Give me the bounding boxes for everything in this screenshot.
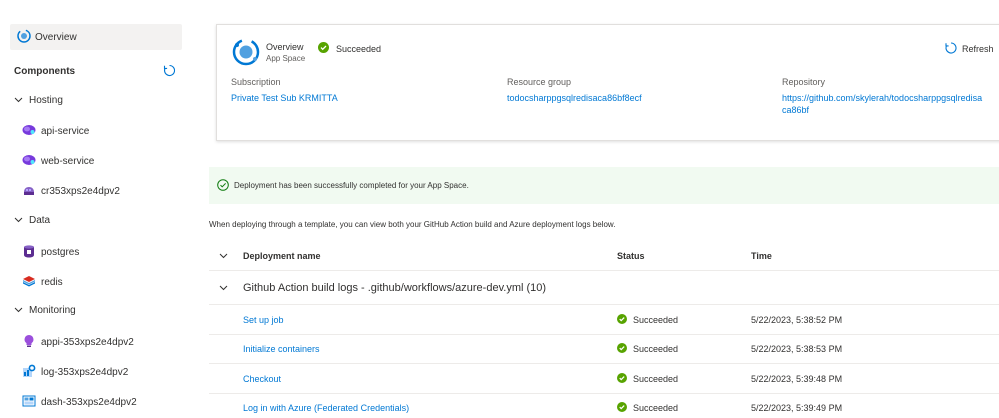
banner-text: Deployment has been successfully complet…	[234, 181, 469, 190]
deployment-name-link[interactable]: Checkout	[243, 364, 281, 393]
sidebar-item-label: redis	[41, 277, 63, 288]
container-app-icon	[22, 153, 36, 170]
group-label: Github Action build logs - .github/workf…	[243, 281, 547, 294]
container-registry-icon	[22, 183, 36, 200]
collapse-all-chevron-icon[interactable]	[219, 242, 228, 270]
header-time[interactable]: Time	[751, 242, 772, 270]
sidebar-item-cr353xps2e4dpv2[interactable]: cr353xps2e4dpv2	[22, 183, 120, 200]
header-status[interactable]: Status	[617, 242, 645, 270]
postgres-icon	[22, 244, 36, 261]
sidebar: Overview Components Hosting api-service …	[0, 0, 192, 418]
status-text: Succeeded	[633, 344, 679, 354]
time-cell: 5/22/2023, 5:39:49 PM	[751, 402, 843, 413]
sidebar-item-label: web-service	[41, 156, 95, 167]
sidebar-item-redis[interactable]: redis	[22, 274, 63, 291]
sidebar-item-label: Overview	[35, 31, 77, 43]
refresh-button[interactable]: Refresh	[945, 42, 994, 56]
time-cell: 5/22/2023, 5:38:53 PM	[751, 344, 843, 354]
chevron-down-icon[interactable]	[219, 271, 228, 304]
group-header-monitoring[interactable]: Monitoring	[14, 305, 76, 316]
status-text: Succeeded	[633, 373, 679, 384]
card-title: Overview	[266, 42, 304, 52]
chevron-down-icon	[14, 95, 23, 106]
sidebar-item-overview[interactable]: Overview	[10, 24, 182, 50]
status-text: Succeeded	[336, 43, 382, 54]
table-group-row[interactable]: Github Action build logs - .github/workf…	[209, 271, 999, 305]
overview-card: Overview App Space Succeeded Refresh Sub…	[216, 24, 999, 141]
success-check-icon	[318, 42, 329, 55]
repository-link-line1: https://github.com/skylerah/todocsharppg…	[782, 93, 983, 103]
success-check-icon	[617, 372, 627, 385]
sidebar-item-label: api-service	[41, 126, 90, 137]
group-header-hosting[interactable]: Hosting	[14, 95, 63, 106]
deployment-name-link[interactable]: Initialize containers	[243, 335, 320, 363]
card-header: Overview App Space	[231, 37, 305, 69]
deployment-name-link[interactable]: Log in with Azure (Federated Credentials…	[243, 394, 409, 418]
success-check-icon	[617, 343, 627, 355]
sidebar-item-postgres[interactable]: postgres	[22, 244, 79, 261]
success-check-icon	[617, 401, 627, 414]
components-refresh-icon[interactable]	[163, 64, 176, 79]
success-banner: Deployment has been successfully complet…	[209, 167, 999, 204]
check-circle-icon	[217, 178, 229, 193]
status-text: Succeeded	[633, 314, 679, 325]
resource-group-property: Resource group todocsharppgsqlredisaca86…	[507, 77, 642, 104]
time-cell: 5/22/2023, 5:39:48 PM	[751, 373, 843, 384]
repository-link-line2: ca86bf	[782, 105, 810, 115]
redis-icon	[22, 274, 36, 291]
resource-group-label: Resource group	[507, 77, 572, 87]
time-cell: 5/22/2023, 5:38:52 PM	[751, 314, 843, 325]
log-analytics-icon	[22, 364, 36, 381]
group-label: Hosting	[29, 95, 63, 106]
status-cell: Succeeded	[617, 305, 678, 334]
sidebar-item-dash-353xps2e4dpv2[interactable]: dash-353xps2e4dpv2	[22, 394, 137, 411]
dashboard-icon	[22, 394, 36, 411]
status-cell: Succeeded	[617, 364, 678, 393]
table-row: Initialize containers Succeeded 5/22/202…	[209, 335, 999, 364]
chevron-down-icon	[14, 215, 23, 226]
table-row: Log in with Azure (Federated Credentials…	[209, 394, 999, 418]
refresh-label: Refresh	[962, 44, 994, 54]
deployment-name-link[interactable]: Set up job	[243, 305, 284, 334]
group-header-data[interactable]: Data	[14, 215, 50, 226]
table-row: Checkout Succeeded 5/22/2023, 5:39:48 PM	[209, 364, 999, 394]
table-row: Set up job Succeeded 5/22/2023, 5:38:52 …	[209, 305, 999, 335]
repository-label: Repository	[782, 77, 826, 87]
status-cell: Succeeded	[617, 335, 678, 363]
intro-text: When deploying through a template, you c…	[209, 220, 616, 229]
sidebar-item-web-service[interactable]: web-service	[22, 153, 94, 170]
status-cell: Succeeded	[617, 394, 678, 418]
sidebar-item-label: postgres	[41, 247, 80, 258]
chevron-down-icon	[14, 305, 23, 316]
repository-link[interactable]: https://github.com/skylerah/todocsharppg…	[782, 92, 982, 116]
sidebar-item-appi-353xps2e4dpv2[interactable]: appi-353xps2e4dpv2	[22, 334, 134, 351]
resource-group-link[interactable]: todocsharppgsqlredisaca86bf8ecf	[507, 92, 642, 104]
group-label: Monitoring	[29, 305, 76, 316]
sidebar-item-label: cr353xps2e4dpv2	[41, 186, 120, 197]
sidebar-item-label: dash-353xps2e4dpv2	[41, 397, 137, 408]
app-space-icon	[231, 37, 261, 69]
repository-property: Repository https://github.com/skylerah/t…	[782, 77, 982, 116]
card-subtitle: App Space	[266, 54, 306, 63]
table-header-row: Deployment name Status Time	[209, 242, 999, 271]
sidebar-item-api-service[interactable]: api-service	[22, 123, 89, 140]
sidebar-item-log-353xps2e4dpv2[interactable]: log-353xps2e4dpv2	[22, 364, 128, 381]
subscription-link[interactable]: Private Test Sub KRMITTA	[231, 92, 338, 104]
group-label: Data	[29, 215, 51, 226]
header-deployment-name[interactable]: Deployment name	[243, 242, 321, 270]
refresh-icon	[945, 42, 957, 56]
subscription-label: Subscription	[231, 77, 281, 87]
subscription-property: Subscription Private Test Sub KRMITTA	[231, 77, 338, 104]
components-title: Components	[14, 66, 76, 77]
status-text: Succeeded	[633, 402, 679, 413]
app-insights-icon	[22, 334, 36, 351]
sidebar-item-label: appi-353xps2e4dpv2	[41, 337, 134, 348]
success-check-icon	[617, 313, 627, 326]
status-badge: Succeeded	[318, 42, 381, 55]
overview-icon	[17, 29, 31, 45]
sidebar-item-label: log-353xps2e4dpv2	[41, 367, 129, 378]
container-app-icon	[22, 123, 36, 140]
